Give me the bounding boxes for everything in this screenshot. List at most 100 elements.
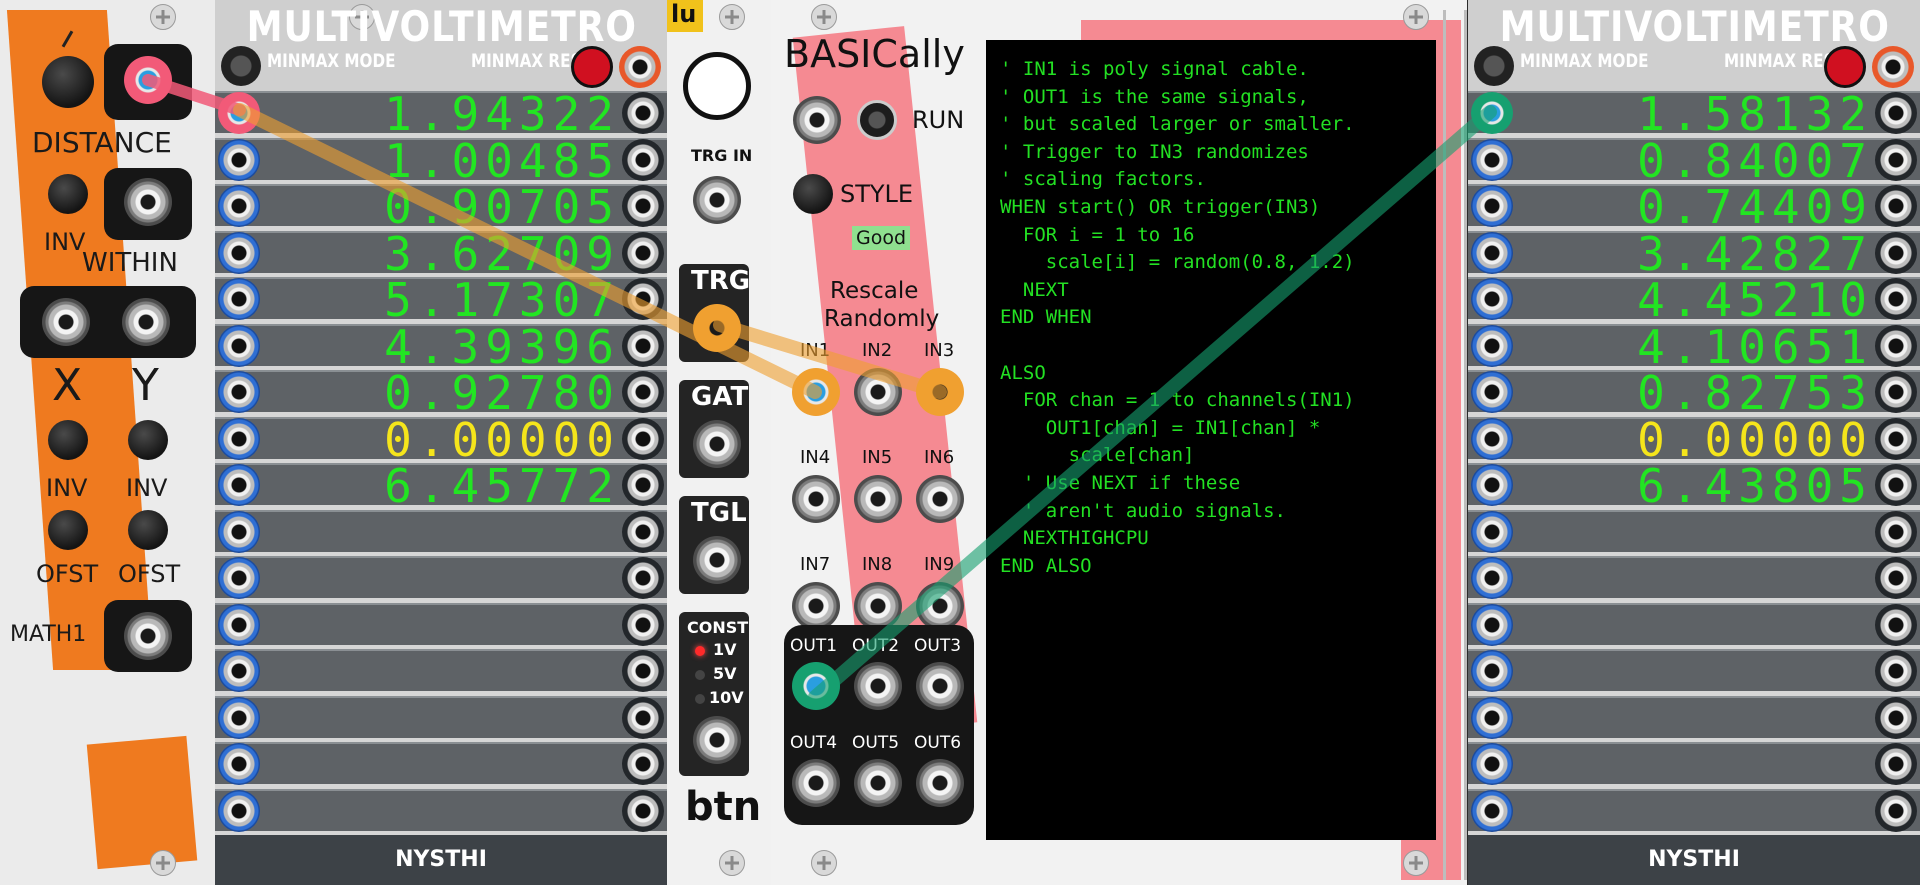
output-jack-4[interactable] [792,759,840,807]
channel-input-jack[interactable] [218,743,260,785]
channel-input-jack[interactable] [1471,371,1513,413]
minmax-reset-jack[interactable] [619,46,661,88]
channel-input-jack[interactable] [218,92,260,134]
input-jack-1[interactable] [792,368,840,416]
minmax-mode-button[interactable] [221,46,261,86]
channel-output-jack[interactable] [622,138,664,181]
channel-input-jack[interactable] [1471,464,1513,506]
channel-input-jack[interactable] [1471,324,1513,367]
channel-output-jack[interactable] [1875,510,1917,553]
channel-output-jack[interactable] [1875,650,1917,692]
channel-input-jack[interactable] [1471,603,1513,646]
channel-input-jack[interactable] [1471,417,1513,460]
channel-input-jack[interactable] [218,650,260,692]
style-knob[interactable] [793,174,833,214]
channel-output-jack[interactable] [622,510,664,553]
channel-input-jack[interactable] [218,510,260,553]
channel-output-jack[interactable] [622,417,664,460]
channel-input-jack[interactable] [218,231,260,274]
channel-input-jack[interactable] [218,185,260,227]
channel-output-jack[interactable] [1875,92,1917,134]
input-jack-2[interactable] [854,368,902,416]
channel-output-jack[interactable] [1875,324,1917,367]
run-input-jack[interactable] [793,96,841,144]
channel-output-jack[interactable] [622,185,664,227]
inv-y-button[interactable] [128,420,168,460]
channel-input-jack[interactable] [218,603,260,646]
channel-output-jack[interactable] [1875,743,1917,785]
channel-input-jack[interactable] [1471,789,1513,832]
minmax-mode-button[interactable] [1474,46,1514,86]
channel-output-jack[interactable] [622,789,664,832]
channel-output-jack[interactable] [1875,789,1917,832]
input-jack-3[interactable] [916,368,964,416]
channel-output-jack[interactable] [622,650,664,692]
output-jack-1[interactable] [792,662,840,710]
output-jack-3[interactable] [916,662,964,710]
minmax-reset-jack[interactable] [1872,46,1914,88]
channel-output-jack[interactable] [1875,278,1917,320]
within-jack[interactable] [124,178,172,226]
channel-output-jack[interactable] [622,557,664,599]
tgl-jack[interactable] [693,536,741,584]
distance-knob[interactable] [42,56,94,108]
channel-output-jack[interactable] [1875,371,1917,413]
channel-output-jack[interactable] [622,92,664,134]
channel-input-jack[interactable] [218,557,260,599]
channel-output-jack[interactable] [622,603,664,646]
channel-input-jack[interactable] [1471,185,1513,227]
trg-jack[interactable] [693,304,741,352]
input-jack-7[interactable] [792,582,840,630]
channel-input-jack[interactable] [1471,743,1513,785]
channel-input-jack[interactable] [1471,92,1513,134]
channel-input-jack[interactable] [1471,650,1513,692]
distance-jack[interactable] [124,56,172,104]
input-jack-8[interactable] [854,582,902,630]
channel-output-jack[interactable] [622,231,664,274]
minmax-reset-button[interactable] [1824,46,1866,88]
channel-output-jack[interactable] [1875,464,1917,506]
channel-input-jack[interactable] [1471,696,1513,739]
big-button[interactable] [683,52,751,120]
channel-output-jack[interactable] [1875,603,1917,646]
trg-in-jack[interactable] [693,176,741,224]
led-5v[interactable] [695,670,705,680]
minmax-reset-button[interactable] [571,46,613,88]
output-jack-6[interactable] [916,759,964,807]
input-jack-5[interactable] [854,475,902,523]
y-jack[interactable] [122,298,170,346]
channel-output-jack[interactable] [622,278,664,320]
channel-input-jack[interactable] [218,278,260,320]
channel-input-jack[interactable] [218,324,260,367]
output-jack-2[interactable] [854,662,902,710]
math1-jack[interactable] [124,612,172,660]
channel-input-jack[interactable] [218,417,260,460]
input-jack-9[interactable] [916,582,964,630]
channel-input-jack[interactable] [1471,557,1513,599]
run-button[interactable] [857,100,897,140]
channel-output-jack[interactable] [622,696,664,739]
inv-x-button[interactable] [48,420,88,460]
led-1v[interactable] [695,646,705,656]
channel-input-jack[interactable] [218,138,260,181]
channel-input-jack[interactable] [218,789,260,832]
channel-output-jack[interactable] [622,743,664,785]
input-jack-4[interactable] [792,475,840,523]
ofst-y-button[interactable] [128,510,168,550]
channel-output-jack[interactable] [622,324,664,367]
channel-input-jack[interactable] [1471,278,1513,320]
channel-input-jack[interactable] [1471,510,1513,553]
const-jack[interactable] [693,716,741,764]
channel-output-jack[interactable] [1875,231,1917,274]
gat-jack[interactable] [693,420,741,468]
channel-output-jack[interactable] [1875,185,1917,227]
channel-input-jack[interactable] [218,371,260,413]
channel-output-jack[interactable] [1875,696,1917,739]
x-jack[interactable] [42,298,90,346]
inv-button[interactable] [48,174,88,214]
channel-output-jack[interactable] [622,464,664,506]
output-jack-5[interactable] [854,759,902,807]
code-editor[interactable]: ' IN1 is poly signal cable. ' OUT1 is the… [986,40,1436,840]
ofst-x-button[interactable] [48,510,88,550]
channel-input-jack[interactable] [1471,231,1513,274]
